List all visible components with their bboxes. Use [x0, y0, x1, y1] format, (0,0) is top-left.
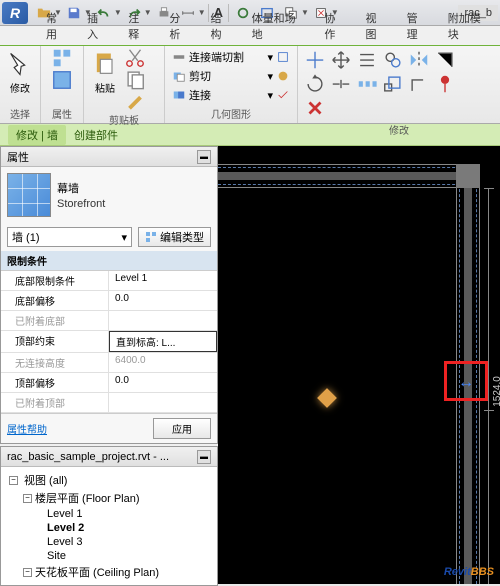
property-row[interactable]: 顶部偏移0.0 [1, 373, 217, 393]
panel-modify-label: 修改 [302, 120, 496, 137]
cut-icon[interactable] [124, 48, 146, 68]
property-category[interactable]: 限制条件 [1, 251, 217, 271]
drag-handle-icon[interactable]: ↔ [458, 374, 474, 392]
type-family-name: 幕墙 [57, 180, 105, 196]
split-icon[interactable] [330, 74, 352, 94]
wall-element[interactable] [218, 164, 480, 188]
properties-filter-icon[interactable] [51, 48, 73, 68]
modify-button[interactable]: 修改 [4, 48, 36, 97]
browser-tree: −�⵹ 视图 (all) − 楼层平面 (Floor Plan) Level 1… [1, 467, 217, 585]
panel-menu-icon[interactable]: ▬ [197, 450, 211, 464]
properties-panel: 属性 ▬ 幕墙 Storefront 墙 (1)▾ 编辑类型 [0, 146, 218, 444]
trim-corner-icon[interactable] [408, 74, 430, 94]
panel-geometry-label: 几何图形 [169, 104, 293, 121]
edit-type-button[interactable]: 编辑类型 [138, 227, 211, 247]
tree-level[interactable]: Level 3 [5, 535, 213, 549]
tab-structure[interactable]: 结构 [201, 7, 242, 45]
cope-button[interactable]: 连接端切割▾ [169, 48, 293, 66]
panel-menu-icon[interactable]: ▬ [197, 150, 211, 164]
collapse-icon[interactable]: − [23, 494, 32, 503]
drawing-canvas[interactable]: ↔ 1524.0 [218, 146, 500, 584]
wall-corner [456, 164, 480, 188]
instance-selector[interactable]: 墙 (1)▾ [7, 227, 132, 247]
join-button[interactable]: 连接▾ [169, 86, 293, 104]
chevron-down-icon: ▾ [121, 231, 127, 244]
property-row[interactable]: 已附着顶部 [1, 393, 217, 413]
selection-halo-icon [317, 388, 337, 408]
properties-grid: 限制条件 底部限制条件Level 1 底部偏移0.0 已附着底部 顶部约束直到标… [1, 251, 217, 413]
expand-icon[interactable]: − [23, 568, 32, 577]
context-tab[interactable]: 修改 | 墙 [8, 125, 66, 145]
tree-level[interactable]: Site [5, 549, 213, 563]
copy-icon[interactable] [124, 69, 146, 89]
mirror-icon[interactable] [408, 50, 430, 70]
ribbon: 修改 选择 属性 粘贴 剪贴板 连接端切割▾ [0, 46, 500, 124]
apply-button[interactable]: 应用 [153, 418, 211, 439]
type-selector[interactable]: 幕墙 Storefront [1, 167, 217, 223]
tree-floorplans[interactable]: − 楼层平面 (Floor Plan) [5, 489, 213, 507]
tab-collaborate[interactable]: 协作 [314, 7, 355, 45]
browser-header: rac_basic_sample_project.rvt - ... ▬ [1, 447, 217, 467]
properties-header: 属性 ▬ [1, 147, 217, 167]
delete-icon[interactable] [304, 98, 326, 118]
panel-clipboard-label: 剪贴板 [88, 110, 160, 127]
tab-insert[interactable]: 插入 [77, 7, 118, 45]
tree-ceilingplans[interactable]: − 天花板平面 (Ceiling Plan) [5, 563, 213, 581]
watermark: RevitBBS [444, 562, 494, 578]
dimension-value[interactable]: 1524.0 [493, 376, 500, 407]
left-panels: 属性 ▬ 幕墙 Storefront 墙 (1)▾ 编辑类型 [0, 146, 218, 584]
properties-icon[interactable] [51, 70, 73, 90]
property-row-selected[interactable]: 顶部约束直到标高: L... [1, 331, 217, 353]
property-row[interactable]: 已附着底部 [1, 311, 217, 331]
offset-icon[interactable] [356, 50, 378, 70]
scale-icon[interactable] [382, 74, 404, 94]
tab-analyze[interactable]: 分析 [159, 7, 200, 45]
ribbon-tabs: 常用 插入 注释 分析 结构 体量和场地 协作 视图 管理 附加模块 [0, 26, 500, 46]
collapse-icon[interactable]: − [9, 476, 18, 485]
property-row[interactable]: 无连接高度6400.0 [1, 353, 217, 373]
tree-level[interactable]: Level 1 [5, 507, 213, 521]
property-row[interactable]: 底部限制条件Level 1 [1, 271, 217, 291]
tab-view[interactable]: 视图 [356, 7, 397, 45]
array-icon[interactable] [356, 74, 378, 94]
tab-manage[interactable]: 管理 [397, 7, 438, 45]
tree-level-active[interactable]: Level 2 [5, 521, 213, 535]
tab-addins[interactable]: 附加模块 [438, 7, 500, 45]
cut-geom-button[interactable]: 剪切▾ [169, 67, 293, 85]
tab-annotate[interactable]: 注释 [118, 7, 159, 45]
app-logo[interactable]: R [2, 2, 28, 24]
match-icon[interactable] [124, 90, 146, 110]
panel-properties-label: 属性 [45, 104, 79, 121]
project-browser: rac_basic_sample_project.rvt - ... ▬ −�⵹… [0, 446, 218, 586]
copy-modify-icon[interactable] [382, 50, 404, 70]
type-preview-icon [7, 173, 51, 217]
tab-home[interactable]: 常用 [36, 7, 77, 45]
tab-massing[interactable]: 体量和场地 [242, 7, 315, 45]
pin-icon[interactable] [434, 74, 456, 94]
workspace: 属性 ▬ 幕墙 Storefront 墙 (1)▾ 编辑类型 [0, 146, 500, 584]
tree-root[interactable]: −�⵹ 视图 (all) [5, 471, 213, 489]
create-assembly-button[interactable]: 创建部件 [74, 127, 118, 143]
type-name: Storefront [57, 198, 105, 210]
trim-icon[interactable] [434, 50, 456, 70]
paste-button[interactable]: 粘贴 [88, 48, 122, 97]
move-icon[interactable] [330, 50, 352, 70]
property-row[interactable]: 底部偏移0.0 [1, 291, 217, 311]
align-icon[interactable] [304, 50, 326, 70]
dimension-line[interactable]: 1524.0 [484, 188, 494, 584]
rotate-icon[interactable] [304, 74, 326, 94]
properties-help-link[interactable]: 属性帮助 [7, 421, 47, 436]
panel-select-label: 选择 [4, 104, 36, 121]
